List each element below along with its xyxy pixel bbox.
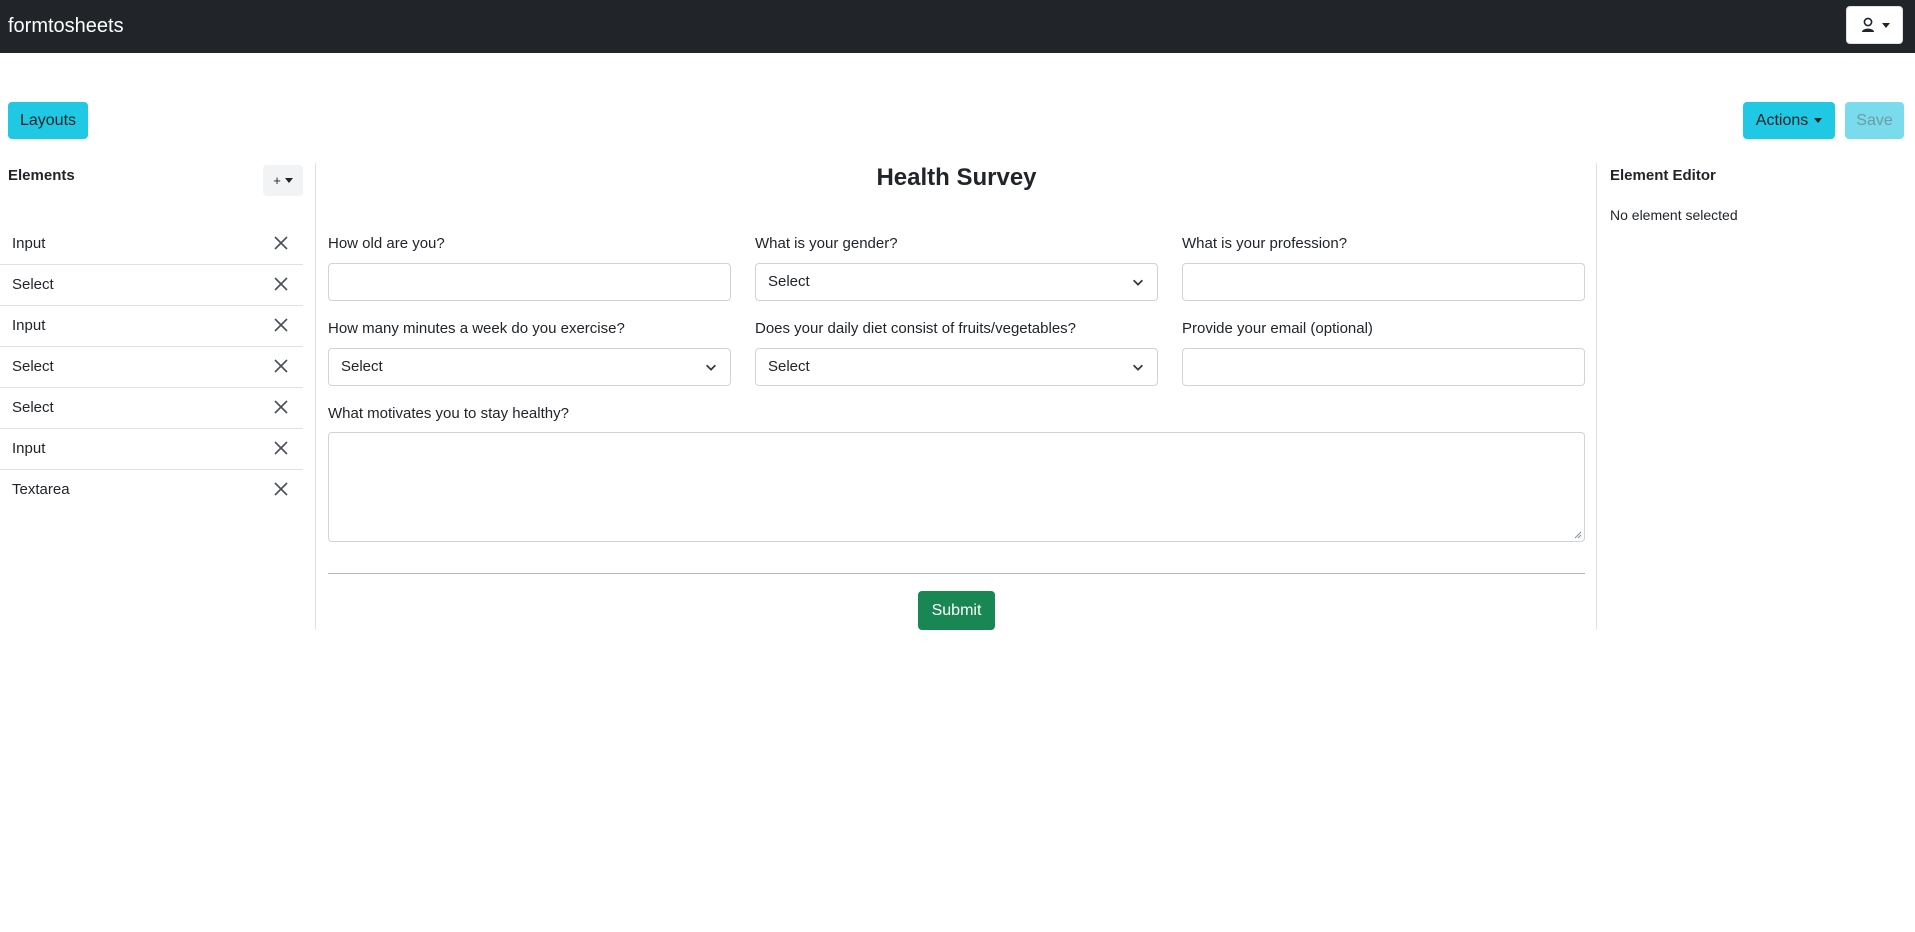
chevron-down-icon	[706, 364, 716, 371]
save-button[interactable]: Save	[1845, 102, 1904, 139]
close-icon[interactable]	[273, 235, 289, 251]
motivation-textarea[interactable]	[328, 432, 1585, 542]
save-button-label: Save	[1856, 111, 1893, 129]
editor-empty-state: No element selected	[1610, 207, 1738, 223]
list-item[interactable]: Input	[0, 306, 303, 347]
diet-select-value: Select	[768, 358, 810, 375]
element-editor-title: Element Editor	[1610, 167, 1716, 184]
list-item-label: Input	[12, 235, 46, 252]
element-editor-panel: Element Editor No element selected	[1596, 163, 1915, 630]
chevron-down-icon	[284, 178, 293, 183]
close-icon[interactable]	[273, 399, 289, 415]
add-element-label: +	[273, 173, 281, 188]
resize-handle-icon[interactable]	[1574, 531, 1582, 539]
field-label: How many minutes a week do you exercise?	[328, 320, 625, 337]
list-item-label: Select	[12, 358, 54, 375]
age-input[interactable]	[328, 263, 731, 301]
exercise-select-value: Select	[341, 358, 383, 375]
layouts-button[interactable]: Layouts	[8, 102, 88, 139]
field-label: How old are you?	[328, 235, 445, 252]
gender-select[interactable]: Select	[755, 263, 1158, 301]
list-item-label: Select	[12, 399, 54, 416]
actions-button-label: Actions	[1755, 111, 1809, 129]
elements-panel-title: Elements	[8, 167, 75, 184]
user-icon	[1861, 17, 1874, 32]
list-item[interactable]: Input	[0, 224, 303, 265]
chevron-down-icon	[1881, 22, 1890, 28]
actions-dropdown-button[interactable]: Actions	[1743, 102, 1835, 139]
chevron-down-icon	[1133, 364, 1143, 371]
add-element-button[interactable]: +	[263, 165, 303, 196]
list-item[interactable]: Textarea	[0, 470, 303, 511]
top-navbar: formtosheets	[0, 0, 1915, 53]
list-item-label: Input	[12, 317, 46, 334]
diet-select[interactable]: Select	[755, 348, 1158, 386]
form-divider	[328, 573, 1585, 574]
submit-button-label: Submit	[931, 601, 982, 619]
app-brand[interactable]: formtosheets	[8, 14, 124, 38]
user-menu-button[interactable]	[1846, 6, 1903, 44]
elements-panel: Elements + Input Select Input Select Sel…	[0, 163, 316, 630]
exercise-minutes-select[interactable]: Select	[328, 348, 731, 386]
chevron-down-icon	[1133, 279, 1143, 286]
field-label: What is your profession?	[1182, 235, 1348, 252]
email-field[interactable]	[1182, 348, 1585, 386]
field-label: What motivates you to stay healthy?	[328, 405, 569, 422]
chevron-down-icon	[1814, 118, 1823, 123]
submit-button[interactable]: Submit	[918, 591, 995, 630]
close-icon[interactable]	[273, 276, 289, 292]
field-label: Does your daily diet consist of fruits/v…	[755, 320, 1076, 337]
close-icon[interactable]	[273, 440, 289, 456]
close-icon[interactable]	[273, 317, 289, 333]
profession-input[interactable]	[1182, 263, 1585, 301]
layouts-button-label: Layouts	[19, 111, 77, 129]
list-item[interactable]: Select	[0, 388, 303, 429]
field-label: Provide your email (optional)	[1182, 320, 1373, 337]
gender-select-value: Select	[768, 273, 810, 290]
form-preview: Health Survey How old are you? What is y…	[328, 163, 1585, 630]
form-title: Health Survey	[876, 164, 1037, 191]
field-label: What is your gender?	[755, 235, 898, 252]
list-item-label: Textarea	[12, 481, 70, 498]
list-item-label: Input	[12, 440, 46, 457]
close-icon[interactable]	[273, 358, 289, 374]
list-item[interactable]: Select	[0, 265, 303, 306]
list-item-label: Select	[12, 276, 54, 293]
list-item[interactable]: Input	[0, 429, 303, 470]
close-icon[interactable]	[273, 481, 289, 497]
list-item[interactable]: Select	[0, 347, 303, 388]
elements-list: Input Select Input Select Select Input T…	[0, 224, 303, 511]
